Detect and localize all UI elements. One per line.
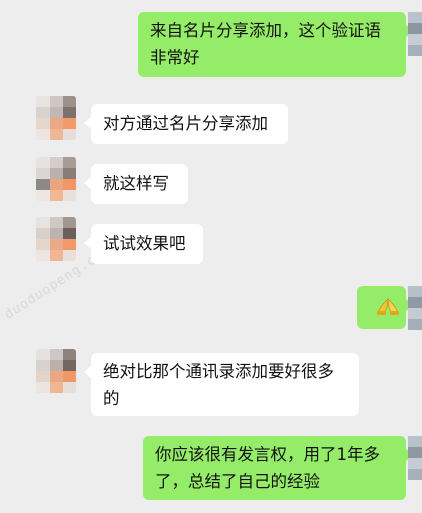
message-incoming[interactable]: 绝对比那个通讯录添加要好很多 的 xyxy=(84,353,359,416)
folded-hands-icon xyxy=(377,298,399,315)
message-incoming[interactable]: 试试效果吧 xyxy=(84,224,203,264)
bubble-tail xyxy=(84,117,91,129)
self-avatar[interactable] xyxy=(408,286,422,330)
message-text-line: 非常好 xyxy=(150,48,200,67)
message-incoming[interactable]: 就这样写 xyxy=(84,164,188,204)
self-avatar[interactable] xyxy=(408,436,422,480)
message-text-line: 的 xyxy=(103,389,120,408)
message-text-line: 试试效果吧 xyxy=(103,234,186,253)
message-text-line: 绝对比那个通讯录添加要好很多 xyxy=(103,362,334,381)
contact-avatar[interactable] xyxy=(36,217,76,261)
bubble-tail xyxy=(84,237,91,249)
contact-avatar[interactable] xyxy=(36,157,76,201)
message-text-line: 就这样写 xyxy=(103,174,169,193)
self-avatar[interactable] xyxy=(408,12,422,56)
message-text-line: 你应该很有发言权，用了1年多 xyxy=(155,445,380,464)
contact-avatar[interactable] xyxy=(36,349,76,393)
message-outgoing-emoji[interactable] xyxy=(357,286,413,329)
bubble-tail xyxy=(84,177,91,189)
message-outgoing[interactable]: 来自名片分享添加，这个验证语 非常好 xyxy=(138,12,413,77)
contact-avatar[interactable] xyxy=(36,96,76,140)
message-text-line: 对方通过名片分享添加 xyxy=(103,114,268,133)
message-text-line: 来自名片分享添加，这个验证语 xyxy=(150,21,381,40)
bubble-tail xyxy=(84,366,91,378)
message-outgoing[interactable]: 你应该很有发言权，用了1年多 了，总结了自己的经验 xyxy=(143,436,413,500)
message-incoming[interactable]: 对方通过名片分享添加 xyxy=(84,104,288,144)
message-text-line: 了，总结了自己的经验 xyxy=(155,472,320,491)
